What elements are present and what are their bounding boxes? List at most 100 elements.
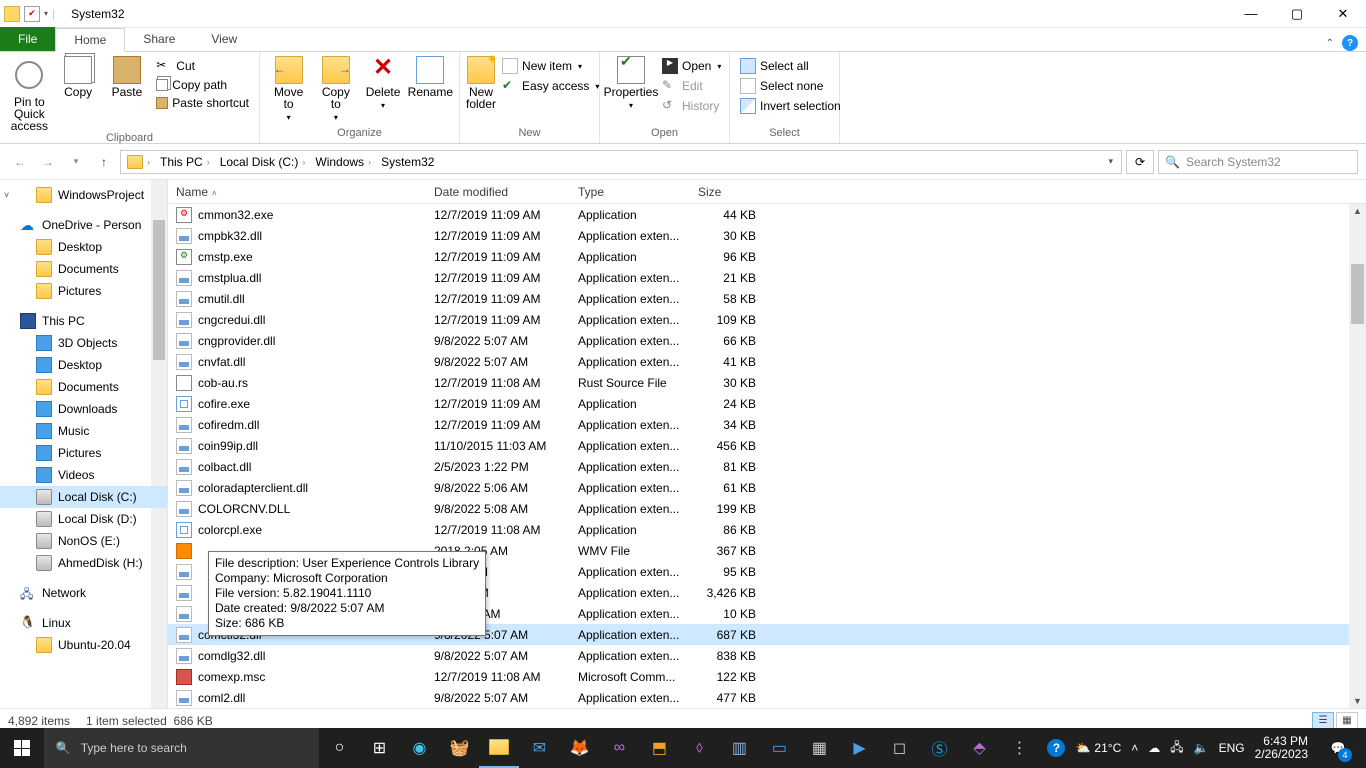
recent-dropdown-icon[interactable]: ▾ <box>64 150 88 174</box>
file-row[interactable]: colbact.dll2/5/2023 1:22 PMApplication e… <box>168 456 1366 477</box>
column-headers[interactable]: Name˄ Date modified Type Size <box>168 180 1366 204</box>
tray-weather[interactable]: ⛅21°C <box>1075 741 1121 755</box>
paste-button[interactable]: Paste <box>104 54 151 98</box>
column-size[interactable]: Size <box>690 185 764 199</box>
taskbar-edge-icon[interactable]: ◉ <box>399 728 439 768</box>
taskbar-app-icon[interactable]: ▶ <box>839 728 879 768</box>
properties-button[interactable]: Properties▾ <box>606 54 656 112</box>
up-button[interactable]: ↑ <box>92 150 116 174</box>
file-row[interactable]: cmutil.dll12/7/2019 11:09 AMApplication … <box>168 288 1366 309</box>
file-scroll-thumb[interactable] <box>1351 264 1364 324</box>
help-icon[interactable]: ? <box>1342 35 1358 51</box>
copy-button[interactable]: Copy <box>55 54 102 98</box>
nav-item[interactable]: AhmedDisk (H:) <box>0 552 167 574</box>
file-row[interactable]: cmpbk32.dll12/7/2019 11:09 AMApplication… <box>168 225 1366 246</box>
start-button[interactable] <box>0 728 44 768</box>
refresh-button[interactable]: ⟳ <box>1126 150 1154 174</box>
nav-tree[interactable]: ˅WindowsProject☁OneDrive - PersonDesktop… <box>0 180 168 708</box>
nav-item[interactable]: 3D Objects <box>0 332 167 354</box>
tray-notifications-button[interactable]: 💬4 <box>1318 728 1358 768</box>
tab-home[interactable]: Home <box>55 28 125 52</box>
history-button[interactable]: ↺History <box>658 96 725 116</box>
easy-access-button[interactable]: ✔Easy access▾ <box>498 76 603 96</box>
taskbar-vs-icon[interactable]: ⬘ <box>959 728 999 768</box>
taskbar-app-icon[interactable]: ▭ <box>759 728 799 768</box>
nav-item[interactable]: ☁OneDrive - Person <box>0 214 167 236</box>
tray-chevron-icon[interactable]: ˄ <box>1131 741 1138 755</box>
column-type[interactable]: Type <box>570 185 690 199</box>
back-button[interactable]: ← <box>8 150 32 174</box>
nav-item[interactable]: Ubuntu-20.04 <box>0 634 167 656</box>
taskbar-taskview-icon[interactable]: ⊞ <box>359 728 399 768</box>
taskbar-search[interactable]: 🔍Type here to search <box>44 728 320 768</box>
nav-item[interactable]: Local Disk (C:) <box>0 486 167 508</box>
file-row[interactable]: cob-au.rs12/7/2019 11:08 AMRust Source F… <box>168 372 1366 393</box>
address-dropdown-icon[interactable]: ▾ <box>1102 156 1119 167</box>
tray-help-icon[interactable]: ? <box>1047 739 1065 757</box>
taskbar-cortana-icon[interactable]: ○ <box>319 728 359 768</box>
pin-to-quick-access-button[interactable]: Pin to Quick access <box>6 54 53 132</box>
file-row[interactable]: coin99ip.dll11/10/2015 11:03 AMApplicati… <box>168 435 1366 456</box>
file-row[interactable]: cofiredm.dll12/7/2019 11:09 AMApplicatio… <box>168 414 1366 435</box>
file-row[interactable]: cngprovider.dll9/8/2022 5:07 AMApplicati… <box>168 330 1366 351</box>
file-row[interactable]: coml2.dll9/8/2022 5:07 AMApplication ext… <box>168 687 1366 708</box>
taskbar-app-icon[interactable]: ∞ <box>599 728 639 768</box>
taskbar-explorer-icon[interactable] <box>479 728 519 768</box>
scroll-up-icon[interactable]: ▲ <box>1349 206 1366 216</box>
cut-button[interactable]: ✂Cut <box>152 56 253 76</box>
nav-item[interactable]: Pictures <box>0 280 167 302</box>
file-row[interactable]: cnvfat.dll9/8/2022 5:07 AMApplication ex… <box>168 351 1366 372</box>
nav-item[interactable]: Documents <box>0 376 167 398</box>
file-row[interactable]: coloradapterclient.dll9/8/2022 5:06 AMAp… <box>168 477 1366 498</box>
paste-shortcut-button[interactable]: Paste shortcut <box>152 94 253 112</box>
taskbar-app-icon[interactable]: ▥ <box>719 728 759 768</box>
breadcrumb[interactable]: › This PC› Local Disk (C:)› Windows› Sys… <box>120 150 1122 174</box>
file-row[interactable]: cmstplua.dll12/7/2019 11:09 AMApplicatio… <box>168 267 1366 288</box>
edit-button[interactable]: ✎Edit <box>658 76 725 96</box>
move-to-button[interactable]: ←Move to▾ <box>266 54 311 124</box>
column-date[interactable]: Date modified <box>426 185 570 199</box>
tab-file[interactable]: File <box>0 27 55 51</box>
taskbar-app-icon[interactable]: ▦ <box>799 728 839 768</box>
breadcrumb-segment[interactable]: This PC› <box>156 153 214 171</box>
nav-item[interactable]: Pictures <box>0 442 167 464</box>
select-all-button[interactable]: Select all <box>736 56 845 76</box>
file-row[interactable]: comdlg32.dll9/8/2022 5:07 AMApplication … <box>168 645 1366 666</box>
tab-view[interactable]: View <box>193 27 255 51</box>
breadcrumb-segment[interactable]: Windows› <box>311 153 375 171</box>
maximize-button[interactable]: ▢ <box>1274 0 1320 28</box>
nav-item[interactable]: Desktop <box>0 354 167 376</box>
taskbar[interactable]: 🔍Type here to search ○ ⊞ ◉ 🧺 ✉ 🦊 ∞ ⬒ ⬨ ▥… <box>0 728 1366 768</box>
view-large-icons-button[interactable]: ▦ <box>1336 712 1358 730</box>
rename-button[interactable]: Rename <box>408 54 453 98</box>
search-input[interactable]: 🔍 Search System32 <box>1158 150 1358 174</box>
tray-network-icon[interactable]: 🖧 <box>1170 738 1183 759</box>
nav-item[interactable]: Downloads <box>0 398 167 420</box>
nav-item[interactable]: Desktop <box>0 236 167 258</box>
breadcrumb-segment[interactable]: Local Disk (C:)› <box>216 153 310 171</box>
tab-share[interactable]: Share <box>125 27 193 51</box>
copy-path-button[interactable]: Copy path <box>152 76 253 94</box>
invert-selection-button[interactable]: Invert selection <box>736 96 845 116</box>
taskbar-vs-icon[interactable]: ⬨ <box>679 728 719 768</box>
taskbar-app-icon[interactable]: ⋮ <box>999 728 1039 768</box>
taskbar-app-icon[interactable]: ◻ <box>879 728 919 768</box>
select-none-button[interactable]: Select none <box>736 76 845 96</box>
qat-save-icon[interactable]: ✔ <box>24 6 40 22</box>
close-button[interactable]: ✕ <box>1320 0 1366 28</box>
file-row[interactable]: cngcredui.dll12/7/2019 11:09 AMApplicati… <box>168 309 1366 330</box>
breadcrumb-segment[interactable]: System32 <box>377 153 438 171</box>
qat-dropdown-icon[interactable]: ▾ <box>44 9 48 18</box>
tray-language[interactable]: ENG <box>1219 741 1245 755</box>
nav-item[interactable]: Music <box>0 420 167 442</box>
nav-item[interactable]: ˅WindowsProject <box>0 184 167 206</box>
copy-to-button[interactable]: →Copy to▾ <box>313 54 358 124</box>
taskbar-skype-icon[interactable]: Ⓢ <box>919 728 959 768</box>
file-row[interactable]: COLORCNV.DLL9/8/2022 5:08 AMApplication … <box>168 498 1366 519</box>
delete-button[interactable]: ✕Delete▾ <box>360 54 405 112</box>
nav-item[interactable]: This PC <box>0 310 167 332</box>
forward-button[interactable]: → <box>36 150 60 174</box>
taskbar-mail-icon[interactable]: ✉ <box>519 728 559 768</box>
taskbar-store-icon[interactable]: 🧺 <box>439 728 479 768</box>
taskbar-app-icon[interactable]: ⬒ <box>639 728 679 768</box>
